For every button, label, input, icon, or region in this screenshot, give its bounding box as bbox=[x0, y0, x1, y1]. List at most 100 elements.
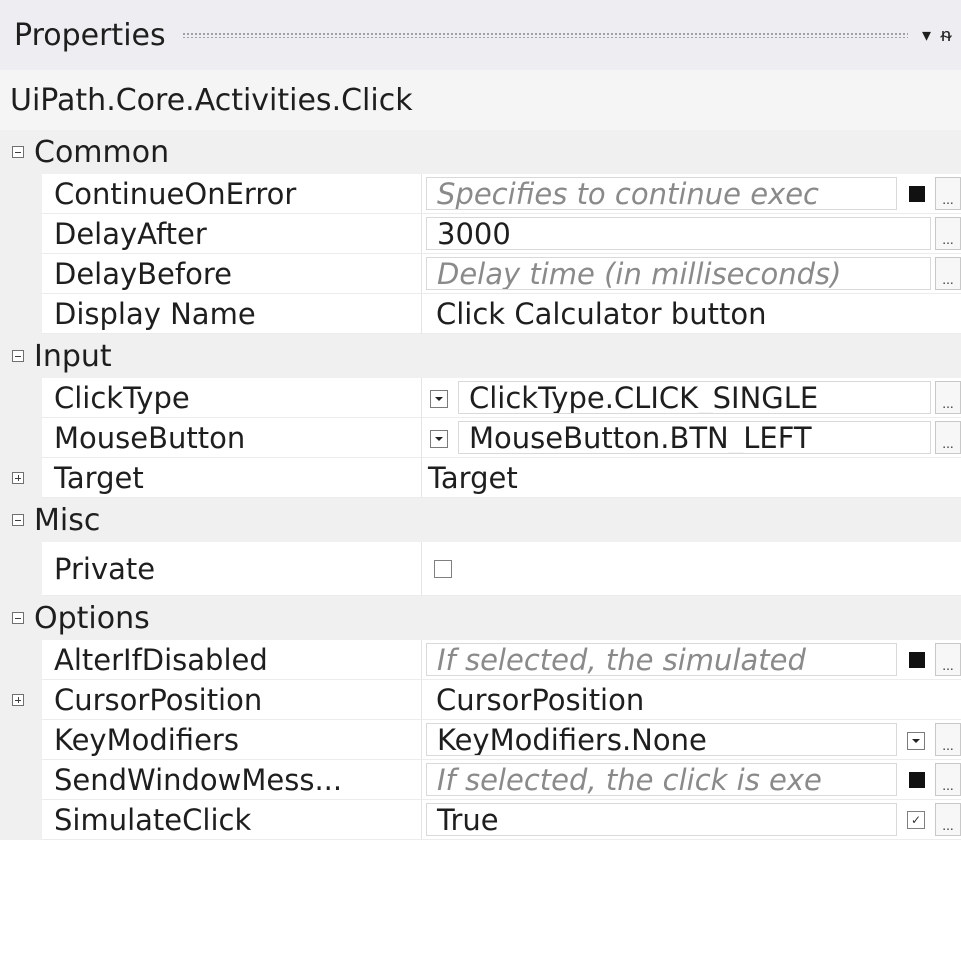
property-name[interactable]: Target bbox=[42, 458, 422, 498]
property-value bbox=[422, 542, 961, 596]
ellipsis-button[interactable]: ... bbox=[935, 643, 961, 676]
placeholder-text: If selected, the click is exe bbox=[437, 763, 822, 796]
property-name[interactable]: Display Name bbox=[42, 294, 422, 334]
collapse-icon[interactable] bbox=[12, 612, 24, 624]
property-grid: Common ContinueOnError Specifies to cont… bbox=[0, 130, 961, 840]
alter-if-disabled-input[interactable]: If selected, the simulated bbox=[426, 643, 897, 676]
property-value: Delay time (in milliseconds) ... bbox=[422, 254, 961, 294]
delay-after-input[interactable]: 3000 bbox=[426, 217, 931, 250]
value-text: CursorPosition bbox=[436, 682, 645, 717]
category-label: Common bbox=[34, 134, 170, 170]
property-name[interactable]: ClickType bbox=[42, 378, 422, 418]
continue-on-error-input[interactable]: Specifies to continue exec bbox=[426, 177, 897, 210]
mouse-button-select[interactable]: MouseButton.BTN_LEFT bbox=[458, 421, 931, 454]
value-text: MouseButton.BTN_LEFT bbox=[469, 421, 812, 454]
collapse-icon[interactable] bbox=[12, 350, 24, 362]
drag-grip[interactable] bbox=[181, 32, 908, 38]
selected-object-name: UiPath.Core.Activities.Click bbox=[10, 82, 413, 118]
value-text: 3000 bbox=[437, 217, 511, 250]
property-value: KeyModifiers.None ... bbox=[422, 720, 961, 760]
property-row-continue-on-error: ContinueOnError Specifies to continue ex… bbox=[0, 174, 961, 214]
property-row-delay-after: DelayAfter 3000 ... bbox=[0, 214, 961, 254]
property-row-key-modifiers: KeyModifiers KeyModifiers.None ... bbox=[0, 720, 961, 760]
property-value: ClickType.CLICK_SINGLE ... bbox=[422, 378, 961, 418]
delay-before-input[interactable]: Delay time (in milliseconds) bbox=[426, 257, 931, 290]
category-label: Options bbox=[34, 600, 150, 636]
property-name[interactable]: MouseButton bbox=[42, 418, 422, 458]
property-name[interactable]: KeyModifiers bbox=[42, 720, 422, 760]
property-name[interactable]: Private bbox=[42, 542, 422, 596]
property-name[interactable]: SendWindowMess... bbox=[42, 760, 422, 800]
property-name[interactable]: AlterIfDisabled bbox=[42, 640, 422, 680]
property-name[interactable]: CursorPosition bbox=[42, 680, 422, 720]
click-type-select[interactable]: ClickType.CLICK_SINGLE bbox=[458, 381, 931, 414]
property-value: 3000 ... bbox=[422, 214, 961, 254]
property-row-simulate-click: SimulateClick True ✓ ... bbox=[0, 800, 961, 840]
property-row-delay-before: DelayBefore Delay time (in milliseconds)… bbox=[0, 254, 961, 294]
property-row-click-type: ClickType ClickType.CLICK_SINGLE ... bbox=[0, 378, 961, 418]
ellipsis-button[interactable]: ... bbox=[935, 421, 961, 454]
ellipsis-button[interactable]: ... bbox=[935, 177, 961, 210]
property-name[interactable]: ContinueOnError bbox=[42, 174, 422, 214]
placeholder-text: Specifies to continue exec bbox=[437, 177, 819, 210]
key-modifiers-input[interactable]: KeyModifiers.None bbox=[426, 723, 897, 756]
ellipsis-button[interactable]: ... bbox=[935, 381, 961, 414]
category-options[interactable]: Options bbox=[0, 596, 961, 640]
collapse-icon[interactable] bbox=[12, 146, 24, 158]
expression-indicator-icon bbox=[909, 186, 925, 202]
property-name[interactable]: DelayAfter bbox=[42, 214, 422, 254]
property-value: If selected, the simulated ... bbox=[422, 640, 961, 680]
ellipsis-button[interactable]: ... bbox=[935, 803, 961, 836]
category-common[interactable]: Common bbox=[0, 130, 961, 174]
property-row-cursor-position: CursorPosition CursorPosition bbox=[0, 680, 961, 720]
dropdown-arrow-icon[interactable] bbox=[430, 430, 448, 448]
private-checkbox[interactable] bbox=[434, 560, 452, 578]
placeholder-text: If selected, the simulated bbox=[437, 643, 806, 676]
ellipsis-button[interactable]: ... bbox=[935, 723, 961, 756]
property-row-send-window-messages: SendWindowMess... If selected, the click… bbox=[0, 760, 961, 800]
expression-indicator-icon bbox=[909, 772, 925, 788]
properties-panel: Properties ▾ ᵰ UiPath.Core.Activities.Cl… bbox=[0, 0, 961, 966]
property-row-target: Target Target bbox=[0, 458, 961, 498]
value-text: Target bbox=[428, 460, 518, 495]
category-label: Input bbox=[34, 338, 112, 374]
ellipsis-button[interactable]: ... bbox=[935, 257, 961, 290]
placeholder-text: Delay time (in milliseconds) bbox=[437, 257, 842, 290]
ellipsis-button[interactable]: ... bbox=[935, 763, 961, 796]
value-text: ClickType.CLICK_SINGLE bbox=[469, 381, 819, 414]
property-value: If selected, the click is exe ... bbox=[422, 760, 961, 800]
value-text: Click Calculator button bbox=[436, 296, 767, 331]
pin-icon[interactable]: ᵰ bbox=[941, 25, 951, 46]
panel-title-bar[interactable]: Properties ▾ ᵰ bbox=[0, 0, 961, 70]
property-row-display-name: Display Name Click Calculator button bbox=[0, 294, 961, 334]
panel-title: Properties bbox=[14, 17, 166, 53]
simulate-click-input[interactable]: True bbox=[426, 803, 897, 836]
expand-icon[interactable] bbox=[12, 694, 24, 706]
category-label: Misc bbox=[34, 502, 101, 538]
ellipsis-button[interactable]: ... bbox=[935, 217, 961, 250]
cursor-position-value[interactable]: CursorPosition bbox=[422, 680, 961, 720]
selected-object-header: UiPath.Core.Activities.Click bbox=[0, 70, 961, 130]
check-icon[interactable]: ✓ bbox=[907, 811, 925, 829]
property-name[interactable]: SimulateClick bbox=[42, 800, 422, 840]
expand-icon[interactable] bbox=[12, 472, 24, 484]
property-value: MouseButton.BTN_LEFT ... bbox=[422, 418, 961, 458]
property-value: True ✓ ... bbox=[422, 800, 961, 840]
target-value[interactable]: Target bbox=[422, 458, 961, 498]
property-row-mouse-button: MouseButton MouseButton.BTN_LEFT ... bbox=[0, 418, 961, 458]
value-text: True bbox=[437, 803, 499, 836]
expression-indicator-icon bbox=[909, 652, 925, 668]
property-value: Specifies to continue exec ... bbox=[422, 174, 961, 214]
dropdown-arrow-icon[interactable] bbox=[907, 732, 925, 750]
category-input[interactable]: Input bbox=[0, 334, 961, 378]
property-name[interactable]: DelayBefore bbox=[42, 254, 422, 294]
property-row-alter-if-disabled: AlterIfDisabled If selected, the simulat… bbox=[0, 640, 961, 680]
category-misc[interactable]: Misc bbox=[0, 498, 961, 542]
value-text: KeyModifiers.None bbox=[437, 723, 707, 756]
dropdown-arrow-icon[interactable]: ▾ bbox=[922, 25, 931, 46]
dropdown-arrow-icon[interactable] bbox=[430, 390, 448, 408]
send-window-messages-input[interactable]: If selected, the click is exe bbox=[426, 763, 897, 796]
property-row-private: Private bbox=[0, 542, 961, 596]
collapse-icon[interactable] bbox=[12, 514, 24, 526]
display-name-value[interactable]: Click Calculator button bbox=[422, 294, 961, 334]
